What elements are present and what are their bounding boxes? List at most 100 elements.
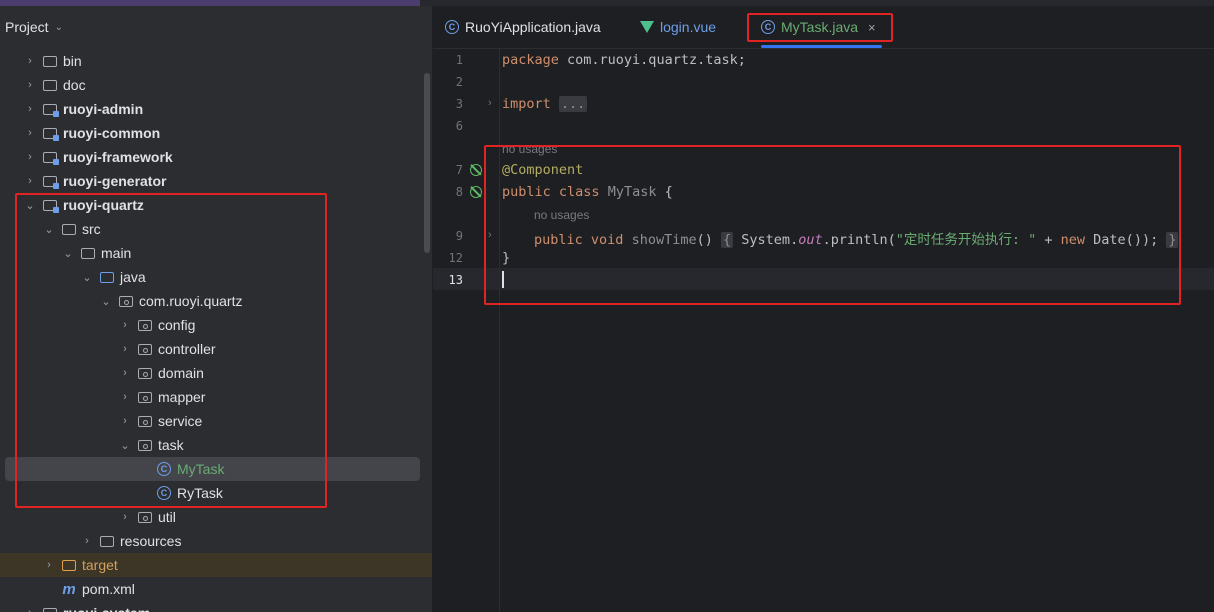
fold-arrow-icon[interactable]: › <box>488 97 492 109</box>
chevron-down-icon[interactable]: ⌄ <box>119 439 131 452</box>
code-line-8[interactable]: public class MyTask { <box>502 184 673 200</box>
tree-item-main[interactable]: ⌄ main <box>0 241 432 265</box>
maven-icon: m <box>61 581 77 598</box>
package-icon <box>137 342 153 356</box>
tree-item-domain[interactable]: › domain <box>0 361 432 385</box>
close-icon[interactable]: × <box>868 20 876 35</box>
icon-glyph: C <box>157 462 171 476</box>
fold-close-brace[interactable]: } <box>1166 232 1179 248</box>
code-line-7[interactable]: @Component <box>502 162 583 178</box>
line-number: 6 <box>455 119 463 133</box>
code-line-12[interactable]: } <box>502 250 510 266</box>
java-class-icon: C <box>156 462 172 476</box>
tree-item-bin[interactable]: › bin <box>0 49 432 73</box>
tree-item-resources[interactable]: › resources <box>0 529 432 553</box>
code-line-1[interactable]: package com.ruoyi.quartz.task; <box>502 52 746 68</box>
tree-item-ruoyi-framework[interactable]: › ruoyi-framework <box>0 145 432 169</box>
tree-item-ruoyi-generator[interactable]: › ruoyi-generator <box>0 169 432 193</box>
chevron-down-icon[interactable]: ⌄ <box>81 271 93 284</box>
project-scrollbar[interactable] <box>424 73 430 253</box>
usages-hint[interactable]: no usages <box>534 208 589 222</box>
tree-item-label: config <box>158 317 196 333</box>
chevron-down-icon[interactable]: ⌄ <box>100 295 112 308</box>
tree-item-label: ruoyi-framework <box>63 149 173 165</box>
spring-bean-icon[interactable] <box>470 164 482 176</box>
text-caret <box>502 271 504 288</box>
package-name: com.ruoyi.quartz.task; <box>558 52 746 68</box>
tree-item-doc[interactable]: › doc <box>0 73 432 97</box>
code-line-3[interactable]: import ... <box>502 96 588 112</box>
tab-ruoyiapplication[interactable]: C RuoYiApplication.java <box>445 6 601 48</box>
tree-item-ruoyi-quartz[interactable]: ⌄ ruoyi-quartz <box>0 193 432 217</box>
chevron-right-icon[interactable]: › <box>119 343 131 355</box>
chevron-right-icon[interactable]: › <box>24 607 36 612</box>
tree-item-java[interactable]: ⌄ java <box>0 265 432 289</box>
tree-item-config[interactable]: › config <box>0 313 432 337</box>
code-line-9[interactable]: public void showTime() { System.out.prin… <box>534 228 1179 248</box>
tab-login-vue[interactable]: login.vue <box>640 6 716 48</box>
keyword: import <box>502 96 551 112</box>
source-folder-icon <box>99 270 115 284</box>
chevron-right-icon[interactable]: › <box>43 559 55 571</box>
tree-item-com-ruoyi-quartz[interactable]: ⌄ com.ruoyi.quartz <box>0 289 432 313</box>
folded-imports[interactable]: ... <box>558 96 588 112</box>
tree-item-ruoyi-system[interactable]: › ruoyi-system <box>0 601 432 612</box>
package-icon <box>137 438 153 452</box>
tree-item-label: ruoyi-system <box>63 605 150 612</box>
tree-item-service[interactable]: › service <box>0 409 432 433</box>
tree-item-label: ruoyi-common <box>63 125 161 141</box>
icon-glyph <box>138 367 152 379</box>
keyword: public <box>502 184 551 200</box>
chevron-right-icon[interactable]: › <box>24 127 36 139</box>
project-panel-title[interactable]: Project <box>5 19 49 35</box>
tree-item-controller[interactable]: › controller <box>0 337 432 361</box>
folder-icon <box>42 54 58 68</box>
chevron-right-icon[interactable]: › <box>81 535 93 547</box>
tree-item-ruoyi-common[interactable]: › ruoyi-common <box>0 121 432 145</box>
tree-item-mapper[interactable]: › mapper <box>0 385 432 409</box>
chevron-right-icon[interactable]: › <box>119 391 131 403</box>
chevron-right-icon[interactable]: › <box>24 103 36 115</box>
module-folder-icon <box>42 126 59 141</box>
fold-open-brace[interactable]: { <box>721 232 734 248</box>
brace: { <box>656 184 673 200</box>
line-number: 2 <box>455 75 463 89</box>
chevron-right-icon[interactable]: › <box>24 79 36 91</box>
current-line-highlight <box>433 268 1214 290</box>
chevron-down-icon[interactable]: ⌄ <box>24 199 36 212</box>
spring-bean-icon[interactable] <box>470 186 482 198</box>
chevron-down-icon[interactable]: ⌄ <box>62 247 74 260</box>
tab-mytask[interactable]: C MyTask.java × <box>761 6 882 48</box>
chevron-right-icon[interactable]: › <box>119 367 131 379</box>
line-number: 12 <box>448 251 463 265</box>
chevron-right-icon[interactable]: › <box>119 319 131 331</box>
icon-glyph <box>100 271 114 283</box>
tree-item-task[interactable]: ⌄ task <box>0 433 432 457</box>
tree-item-label: resources <box>120 533 182 549</box>
tree-item-mytask[interactable]: C MyTask <box>5 457 420 481</box>
tree-item-pom-xml[interactable]: m pom.xml <box>0 577 432 601</box>
keyword: class <box>558 184 600 200</box>
package-icon <box>137 510 153 524</box>
vue-icon <box>640 21 654 33</box>
chevron-down-icon[interactable]: ⌄ <box>55 22 63 33</box>
tree-item-util[interactable]: › util <box>0 505 432 529</box>
paren: () <box>696 232 713 248</box>
tree-item-label: bin <box>63 53 82 69</box>
tree-item-rytask[interactable]: C RyTask <box>0 481 432 505</box>
chevron-right-icon[interactable]: › <box>119 511 131 523</box>
method-name: showTime <box>631 232 697 248</box>
module-folder-icon <box>42 198 59 213</box>
fold-arrow-icon[interactable]: › <box>488 229 492 241</box>
chevron-right-icon[interactable]: › <box>119 415 131 427</box>
chevron-right-icon[interactable]: › <box>24 55 36 67</box>
tree-item-target[interactable]: › target <box>0 553 432 577</box>
chevron-right-icon[interactable]: › <box>24 151 36 163</box>
usages-hint[interactable]: no usages <box>502 142 557 156</box>
icon-glyph <box>62 559 76 571</box>
chevron-right-icon[interactable]: › <box>24 175 36 187</box>
chevron-down-icon[interactable]: ⌄ <box>43 223 55 236</box>
tree-item-ruoyi-admin[interactable]: › ruoyi-admin <box>0 97 432 121</box>
project-panel-header[interactable]: Project ⌄ <box>0 6 432 48</box>
tree-item-src[interactable]: ⌄ src <box>0 217 432 241</box>
